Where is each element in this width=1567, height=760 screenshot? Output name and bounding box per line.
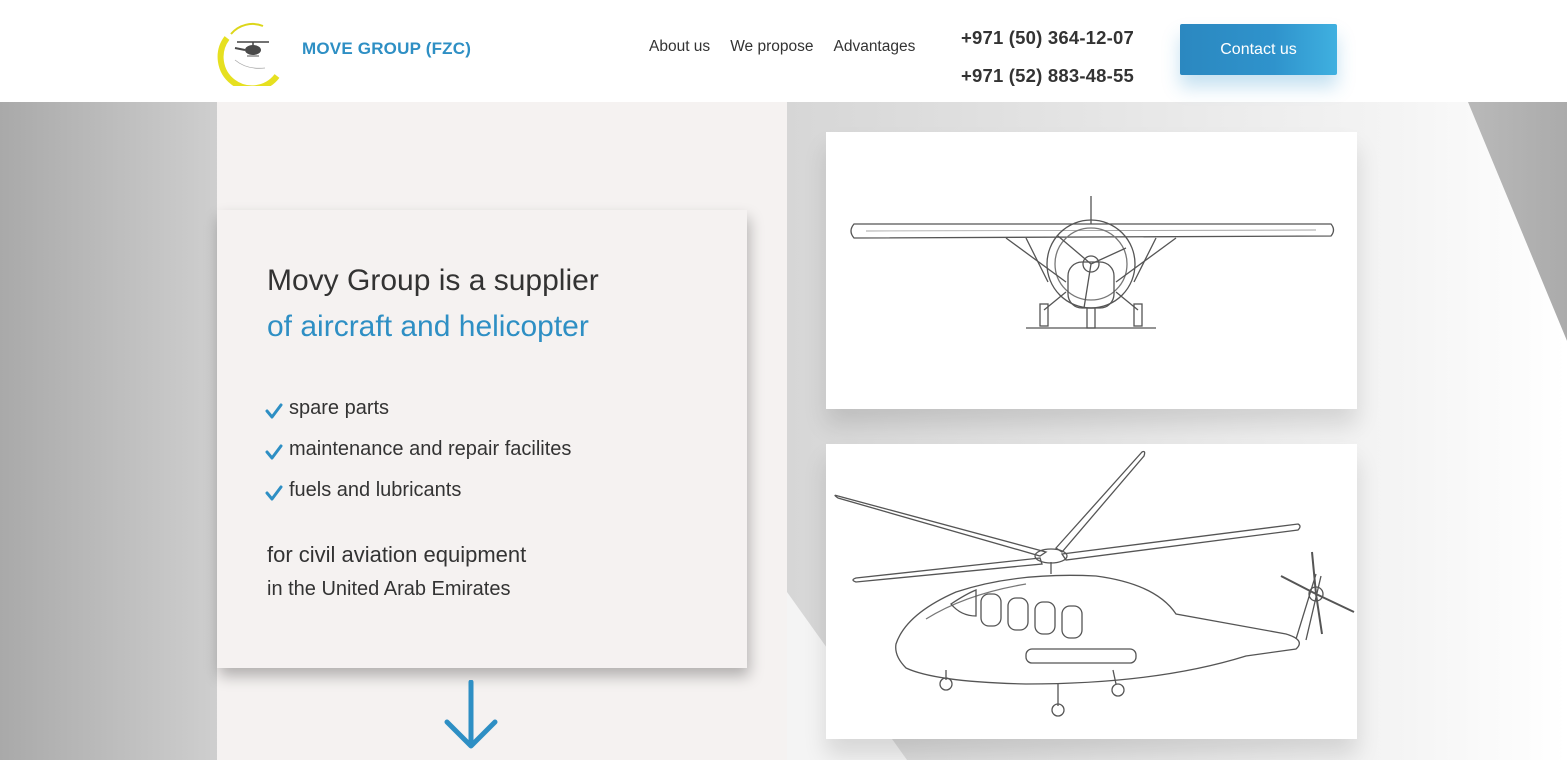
headline-line-2: of aircraft and helicopter [267, 310, 589, 343]
airplane-icon [850, 196, 1335, 329]
brand-name[interactable]: MOVE GROUP (FZC) [302, 39, 471, 59]
arrow-down-icon[interactable] [442, 680, 500, 752]
airplane-front-illustration [826, 132, 1357, 409]
hero-tagline: for civil aviation equipment in the Unit… [267, 540, 526, 608]
helicopter-logo-icon[interactable] [217, 18, 287, 92]
list-item: spare parts [265, 388, 571, 429]
contact-us-button[interactable]: Contact us [1180, 24, 1337, 75]
hero-info-card: Movy Group is a supplier of aircraft and… [217, 210, 747, 668]
list-item: fuels and lubricants [265, 470, 571, 511]
phone-link-2[interactable]: +971 (52) 883-48-55 [961, 57, 1134, 95]
list-item-label: maintenance and repair facilites [289, 438, 572, 460]
nav-about-us[interactable]: About us [649, 38, 710, 56]
services-list: spare parts maintenance and repair facil… [265, 388, 571, 511]
checkmark-icon [265, 403, 283, 418]
decorative-stripe [1468, 102, 1567, 760]
tagline-line-1: for civil aviation equipment [267, 542, 527, 567]
nav-advantages[interactable]: Advantages [833, 38, 915, 56]
nav-we-propose[interactable]: We propose [730, 38, 813, 56]
site-header: MOVE GROUP (FZC) About us We propose Adv… [0, 0, 1567, 102]
phone-numbers: +971 (50) 364-12-07 +971 (52) 883-48-55 [961, 19, 1134, 95]
hero-headline: Movy Group is a supplier of aircraft and… [267, 258, 599, 350]
tagline-line-2: in the United Arab Emirates [267, 578, 511, 600]
list-item-label: fuels and lubricants [289, 479, 462, 501]
main-nav: About us We propose Advantages [649, 38, 915, 56]
helicopter-icon [834, 450, 1355, 717]
list-item-label: spare parts [289, 397, 390, 419]
list-item: maintenance and repair facilites [265, 429, 571, 470]
checkmark-icon [265, 444, 283, 459]
headline-line-1: Movy Group is a supplier [267, 264, 599, 297]
checkmark-icon [265, 485, 283, 500]
helicopter-illustration [826, 444, 1357, 739]
phone-link-1[interactable]: +971 (50) 364-12-07 [961, 19, 1134, 57]
